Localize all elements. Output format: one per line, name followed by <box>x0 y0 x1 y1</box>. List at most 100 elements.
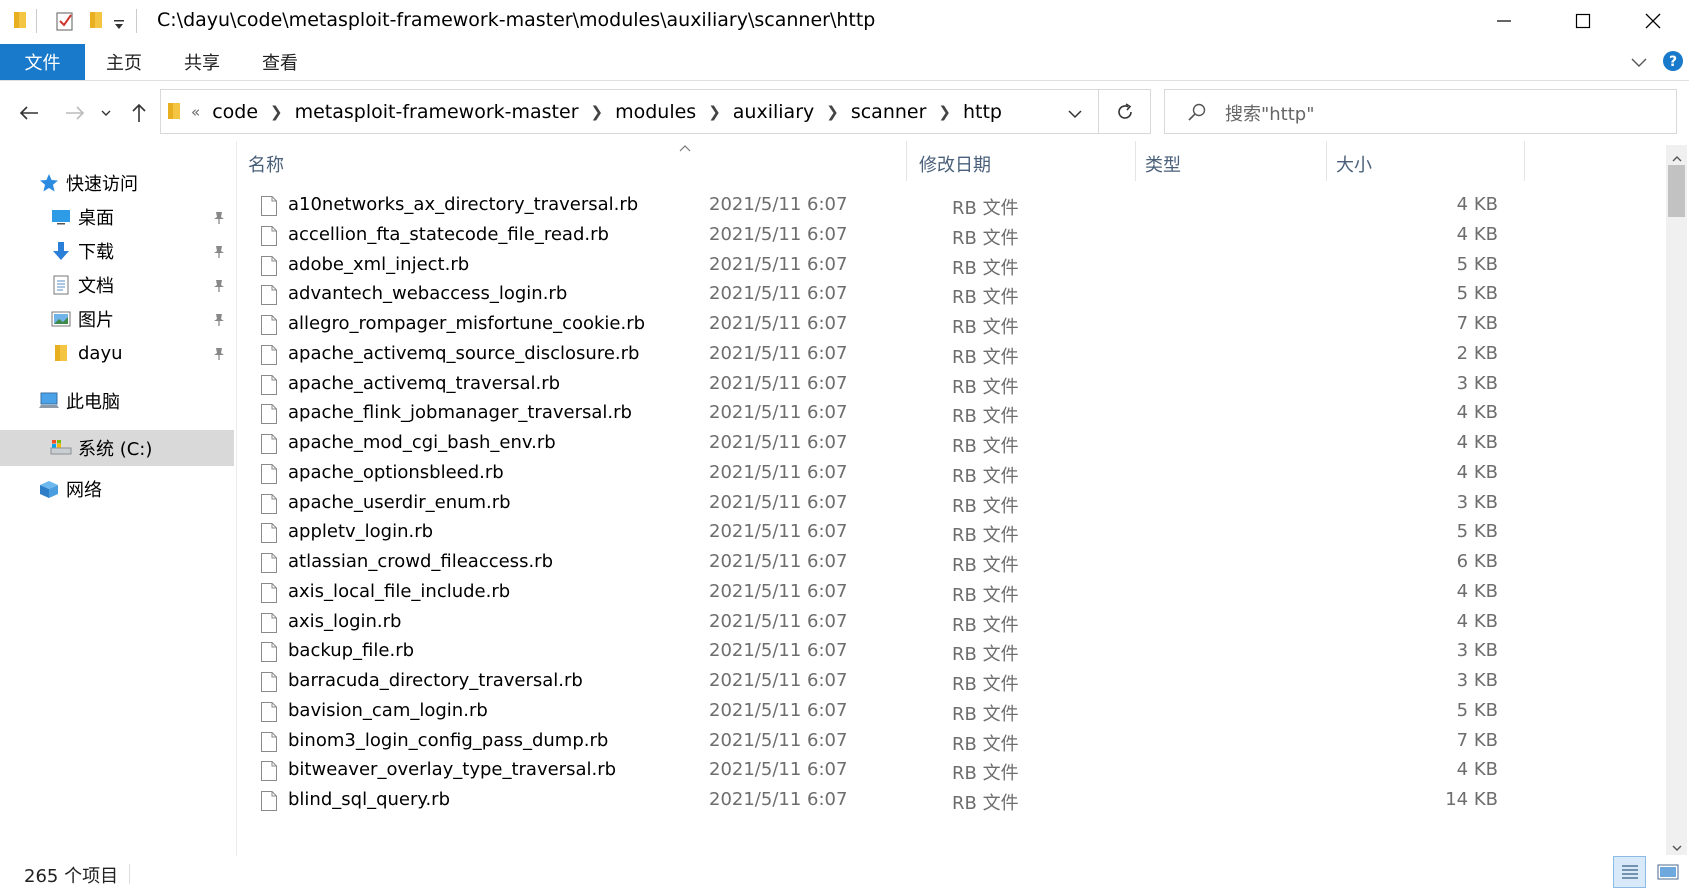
column-header-type[interactable]: 类型 <box>1145 151 1181 177</box>
navigation-bar: « code ❯ metasploit-framework-master ❯ m… <box>0 88 1689 138</box>
pictures-icon <box>50 308 72 330</box>
file-row[interactable]: appletv_login.rb 2021/5/11 6:07 RB 文件 5 KB <box>248 517 1518 549</box>
nav-item-documents[interactable]: 文档 <box>0 268 234 302</box>
scrollbar-thumb[interactable] <box>1668 165 1685 217</box>
file-row[interactable]: backup_file.rb 2021/5/11 6:07 RB 文件 3 KB <box>248 636 1518 668</box>
file-icon <box>260 344 278 366</box>
forward-button[interactable] <box>58 96 92 130</box>
back-button[interactable] <box>12 96 46 130</box>
file-row[interactable]: apache_optionsbleed.rb 2021/5/11 6:07 RB 文… <box>248 458 1518 490</box>
large-icons-view-icon <box>1657 864 1678 880</box>
nav-quick-access[interactable]: 快速访问 <box>0 166 234 200</box>
pin-icon[interactable] <box>213 345 225 366</box>
maximize-button[interactable] <box>1547 0 1619 42</box>
expand-ribbon-button[interactable] <box>1630 54 1648 73</box>
file-row[interactable]: barracuda_directory_traversal.rb 2021/5/1… <box>248 666 1518 698</box>
new-folder-icon[interactable] <box>88 10 104 34</box>
nav-item-dayu[interactable]: dayu <box>0 336 234 370</box>
file-icon <box>260 314 278 336</box>
pin-icon[interactable] <box>213 209 225 230</box>
scroll-down-icon[interactable] <box>1671 838 1683 857</box>
search-input[interactable]: 搜索"http" <box>1164 89 1677 134</box>
nav-network[interactable]: 网络 <box>0 472 234 506</box>
recent-locations-button[interactable] <box>96 96 116 130</box>
file-row[interactable]: atlassian_crowd_fileaccess.rb 2021/5/11 6… <box>248 547 1518 579</box>
tab-file[interactable]: 文件 <box>0 44 85 80</box>
file-size: 4 KB <box>1456 610 1498 632</box>
file-date: 2021/5/11 6:07 <box>709 313 848 334</box>
vertical-scrollbar[interactable] <box>1666 145 1687 855</box>
customize-toolbar-icon[interactable] <box>113 16 125 35</box>
address-bar[interactable]: « code ❯ metasploit-framework-master ❯ m… <box>160 89 1099 134</box>
file-row[interactable]: axis_local_file_include.rb 2021/5/11 6:07… <box>248 577 1518 609</box>
tab-view[interactable]: 查看 <box>241 44 319 80</box>
file-row[interactable]: axis_login.rb 2021/5/11 6:07 RB 文件 4 KB <box>248 607 1518 639</box>
breadcrumb-scanner[interactable]: scanner <box>851 101 927 123</box>
breadcrumb-http[interactable]: http <box>963 101 1002 123</box>
file-row[interactable]: adobe_xml_inject.rb 2021/5/11 6:07 RB 文件 5 … <box>248 250 1518 282</box>
column-header-size[interactable]: 大小 <box>1336 151 1372 177</box>
address-history-button[interactable] <box>1067 105 1083 124</box>
pin-icon[interactable] <box>213 277 225 298</box>
close-button[interactable] <box>1617 0 1689 42</box>
document-icon <box>50 274 72 296</box>
tab-home[interactable]: 主页 <box>85 44 163 80</box>
file-date: 2021/5/11 6:07 <box>709 491 848 513</box>
nav-item-drive-c[interactable]: 系统 (C:) <box>0 430 234 466</box>
column-header-date[interactable]: 修改日期 <box>919 151 991 177</box>
file-type: RB 文件 <box>952 584 1019 606</box>
file-row[interactable]: apache_activemq_traversal.rb 2021/5/11 6:… <box>248 369 1518 401</box>
chevron-right-icon[interactable]: ❯ <box>591 103 604 121</box>
file-row[interactable]: a10networks_ax_directory_traversal.rb 202… <box>248 190 1518 222</box>
column-divider[interactable] <box>906 141 907 181</box>
tab-share[interactable]: 共享 <box>163 44 241 80</box>
breadcrumb-overflow[interactable]: « <box>191 103 200 121</box>
column-header-name[interactable]: 名称 <box>248 151 284 177</box>
file-icon <box>260 522 278 544</box>
file-row[interactable]: allegro_rompager_misfortune_cookie.rb 202… <box>248 309 1518 341</box>
chevron-right-icon[interactable]: ❯ <box>270 103 283 121</box>
file-row[interactable]: blind_sql_query.rb 2021/5/11 6:07 RB 文件 14 … <box>248 785 1518 817</box>
file-row[interactable]: apache_flink_jobmanager_traversal.rb 2021… <box>248 398 1518 430</box>
file-type: RB 文件 <box>952 525 1019 547</box>
breadcrumb-auxiliary[interactable]: auxiliary <box>733 101 814 123</box>
chevron-right-icon[interactable]: ❯ <box>826 103 839 121</box>
file-row[interactable]: accellion_fta_statecode_file_read.rb 2021… <box>248 220 1518 252</box>
file-row[interactable]: apache_mod_cgi_bash_env.rb 2021/5/11 6:07… <box>248 428 1518 460</box>
breadcrumb-code[interactable]: code <box>212 101 258 123</box>
file-type: RB 文件 <box>952 793 1019 814</box>
minimize-button[interactable] <box>1468 0 1540 42</box>
breadcrumb-metasploit[interactable]: metasploit-framework-master <box>295 101 579 123</box>
file-row[interactable]: bitweaver_overlay_type_traversal.rb 2021/… <box>248 755 1518 787</box>
file-type: RB 文件 <box>952 644 1019 666</box>
help-button[interactable]: ? <box>1662 50 1684 76</box>
file-row[interactable]: bavision_cam_login.rb 2021/5/11 6:07 RB 文件… <box>248 696 1518 728</box>
file-size: 7 KB <box>1456 313 1498 334</box>
details-view-button[interactable] <box>1613 856 1646 888</box>
pin-icon[interactable] <box>213 311 225 332</box>
chevron-down-icon <box>101 110 111 116</box>
large-icons-view-button[interactable] <box>1651 856 1684 888</box>
nav-item-desktop[interactable]: 桌面 <box>0 200 234 234</box>
properties-icon[interactable] <box>55 10 75 36</box>
nav-label: 快速访问 <box>66 174 138 195</box>
nav-item-pictures[interactable]: 图片 <box>0 302 234 336</box>
file-row[interactable]: apache_userdir_enum.rb 2021/5/11 6:07 RB 文… <box>248 488 1518 520</box>
refresh-button[interactable] <box>1099 89 1151 134</box>
breadcrumb-modules[interactable]: modules <box>615 101 696 123</box>
pin-icon[interactable] <box>213 243 225 264</box>
chevron-right-icon[interactable]: ❯ <box>938 103 951 121</box>
nav-this-pc[interactable]: 此电脑 <box>0 384 234 418</box>
file-type: RB 文件 <box>952 198 1019 219</box>
column-divider[interactable] <box>1326 141 1327 181</box>
file-row[interactable]: apache_activemq_source_disclosure.rb 2021… <box>248 339 1518 371</box>
file-name: backup_file.rb <box>288 640 415 662</box>
up-button[interactable] <box>122 96 156 130</box>
file-row[interactable]: binom3_login_config_pass_dump.rb 2021/5/1… <box>248 726 1518 758</box>
file-row[interactable]: advantech_webaccess_login.rb 2021/5/11 6:… <box>248 279 1518 311</box>
nav-item-downloads[interactable]: 下载 <box>0 234 234 268</box>
chevron-right-icon[interactable]: ❯ <box>708 103 721 121</box>
column-divider[interactable] <box>1135 141 1136 181</box>
column-divider[interactable] <box>1524 141 1525 181</box>
file-name: adobe_xml_inject.rb <box>288 253 470 275</box>
